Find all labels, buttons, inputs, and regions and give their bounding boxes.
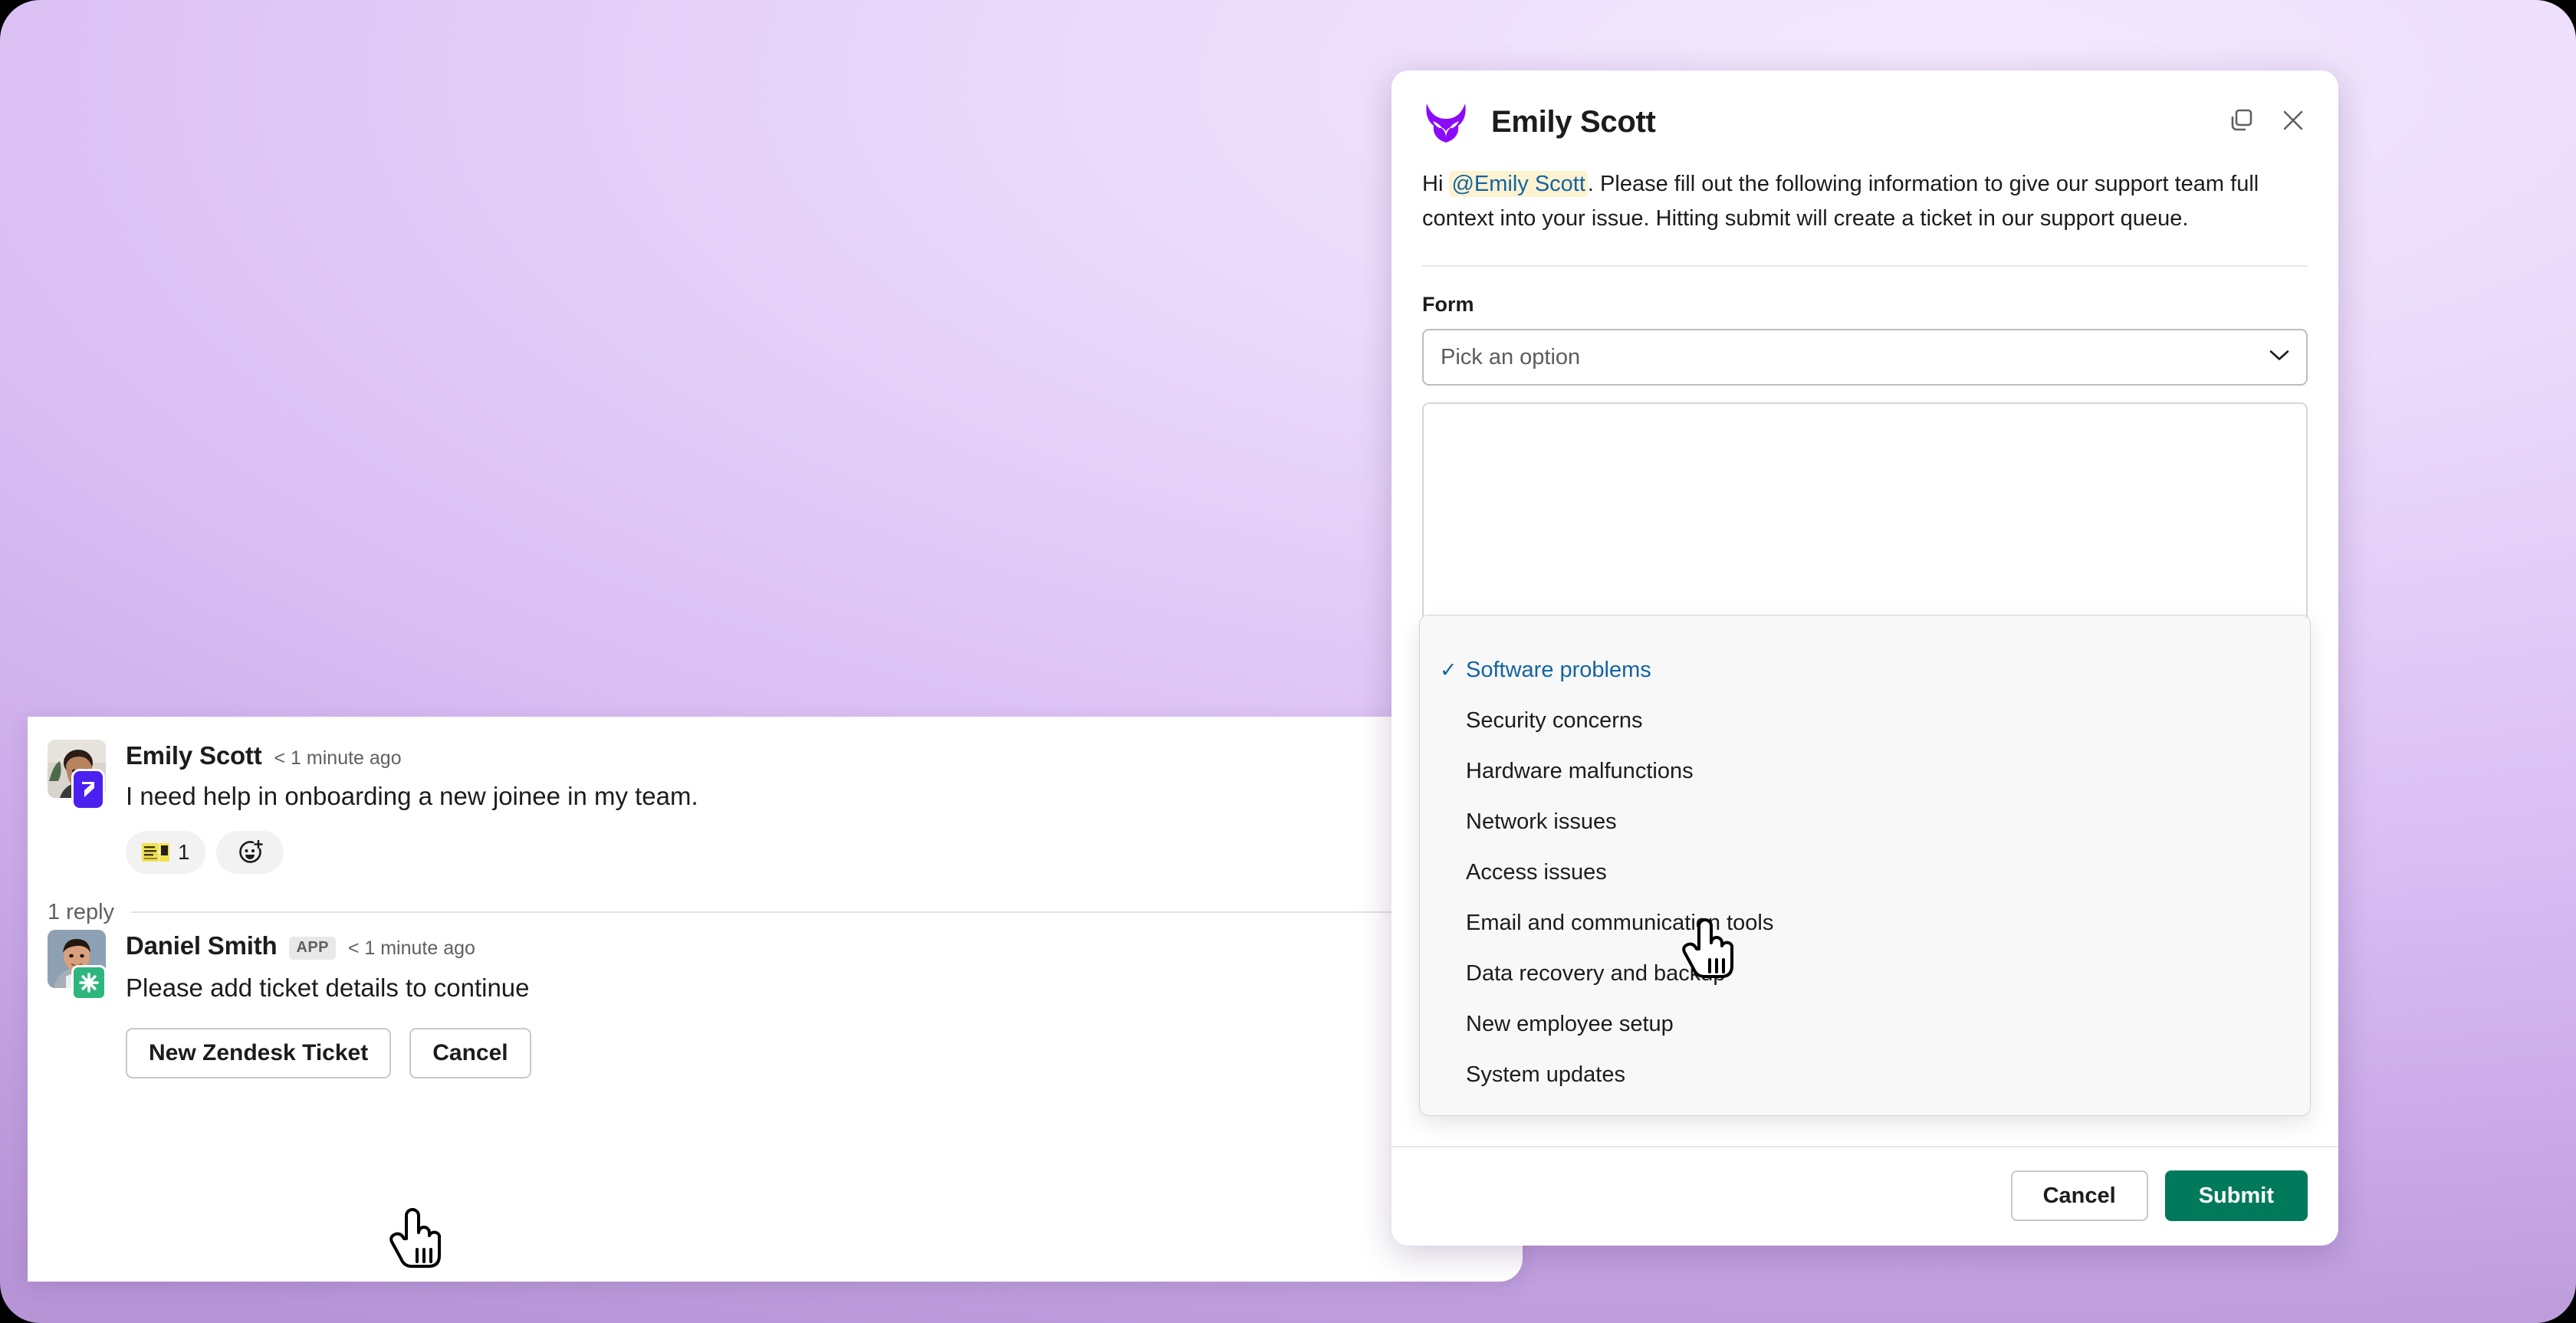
- reply-divider: 1 reply: [48, 900, 1492, 925]
- modal-title: Emily Scott: [1491, 104, 1656, 139]
- modal-body: Hi @Emily Scott. Please fill out the fol…: [1392, 146, 2338, 1146]
- dropdown-option[interactable]: Hardware malfunctions: [1420, 746, 2310, 796]
- add-reaction-button[interactable]: [215, 830, 284, 874]
- reaction-bar: 1: [126, 830, 1492, 874]
- check-icon: ✓: [1440, 658, 1457, 681]
- owl-logo-icon: [1422, 98, 1470, 146]
- dropdown-option[interactable]: Data recovery and backup: [1420, 948, 2310, 999]
- thread-action-buttons: New Zendesk Ticket Cancel: [126, 1028, 1492, 1079]
- copy-icon[interactable]: [2226, 106, 2256, 139]
- message-author: Emily Scott: [126, 741, 262, 770]
- select-placeholder: Pick an option: [1441, 344, 1581, 369]
- modal-submit-button[interactable]: Submit: [2164, 1170, 2308, 1221]
- thread-root-message: Emily Scott < 1 minute ago I need help i…: [48, 740, 1492, 874]
- modal-header: Emily Scott: [1392, 71, 2338, 146]
- form-type-select[interactable]: Pick an option: [1422, 329, 2308, 386]
- dropdown-option[interactable]: Access issues: [1420, 847, 2310, 898]
- reply-count-label[interactable]: 1 reply: [48, 900, 114, 925]
- screen: Emily Scott < 1 minute ago I need help i…: [0, 0, 2576, 1323]
- message-timestamp: < 1 minute ago: [274, 747, 402, 769]
- dropdown-option-label: Access issues: [1466, 859, 1607, 885]
- dropdown-option-label: Software problems: [1466, 657, 1651, 682]
- modal-cancel-button[interactable]: Cancel: [2010, 1170, 2148, 1221]
- dropdown-option[interactable]: System updates: [1420, 1049, 2310, 1100]
- ticket-form-modal: Emily Scott Hi @Emily Scott. Please fill…: [1392, 71, 2338, 1246]
- thread-cancel-button[interactable]: Cancel: [409, 1028, 531, 1079]
- ticket-emoji: [141, 841, 170, 864]
- modal-divider: [1422, 265, 2308, 268]
- slack-badge-icon: [71, 769, 105, 810]
- dropdown-option[interactable]: Email and communication tools: [1420, 898, 2310, 948]
- avatar: [48, 740, 106, 810]
- dropdown-option-label: Data recovery and backup: [1466, 960, 1726, 986]
- dropdown-option-label: Security concerns: [1466, 707, 1643, 733]
- chevron-down-icon: [2269, 350, 2289, 366]
- reply-timestamp: < 1 minute ago: [347, 937, 475, 959]
- add-reaction-icon: [237, 839, 263, 865]
- description-textarea[interactable]: [1422, 402, 2308, 633]
- dropdown-option[interactable]: Security concerns: [1420, 695, 2310, 746]
- reply-text: Please add ticket details to continue: [126, 973, 530, 1002]
- dropdown-option[interactable]: ✓ Software problems: [1420, 645, 2310, 695]
- reaction-ticket[interactable]: 1: [126, 830, 205, 874]
- form-type-dropdown-menu[interactable]: ✓ Software problems Security concerns Ha…: [1419, 615, 2311, 1116]
- divider-line: [131, 911, 1492, 914]
- message-text: I need help in onboarding a new joinee i…: [126, 782, 698, 810]
- avatar: [48, 929, 107, 1000]
- dropdown-option[interactable]: Network issues: [1420, 796, 2310, 847]
- zendesk-badge-icon: [71, 964, 107, 1000]
- dropdown-option-label: New employee setup: [1466, 1011, 1674, 1036]
- new-zendesk-ticket-button[interactable]: New Zendesk Ticket: [126, 1028, 392, 1079]
- app-badge: APP: [289, 936, 336, 960]
- intro-greeting: Hi: [1422, 172, 1450, 196]
- dropdown-option-label: Email and communication tools: [1466, 910, 1774, 935]
- dropdown-option[interactable]: New employee setup: [1420, 999, 2310, 1049]
- thread-reply-message: Daniel Smith APP < 1 minute ago Please a…: [48, 929, 1492, 1006]
- slack-thread-card: Emily Scott < 1 minute ago I need help i…: [28, 717, 1523, 1282]
- form-label: Form: [1422, 293, 1474, 317]
- dropdown-option-label: Network issues: [1466, 809, 1617, 834]
- dropdown-option-label: Hardware malfunctions: [1466, 758, 1694, 783]
- modal-intro-text: Hi @Emily Scott. Please fill out the fol…: [1422, 167, 2308, 236]
- dropdown-option-label: System updates: [1466, 1062, 1625, 1087]
- reaction-count: 1: [178, 839, 190, 864]
- close-icon[interactable]: [2279, 106, 2308, 139]
- reply-author: Daniel Smith: [126, 931, 278, 960]
- user-mention[interactable]: @Emily Scott: [1449, 171, 1588, 197]
- modal-footer: Cancel Submit: [1392, 1146, 2338, 1246]
